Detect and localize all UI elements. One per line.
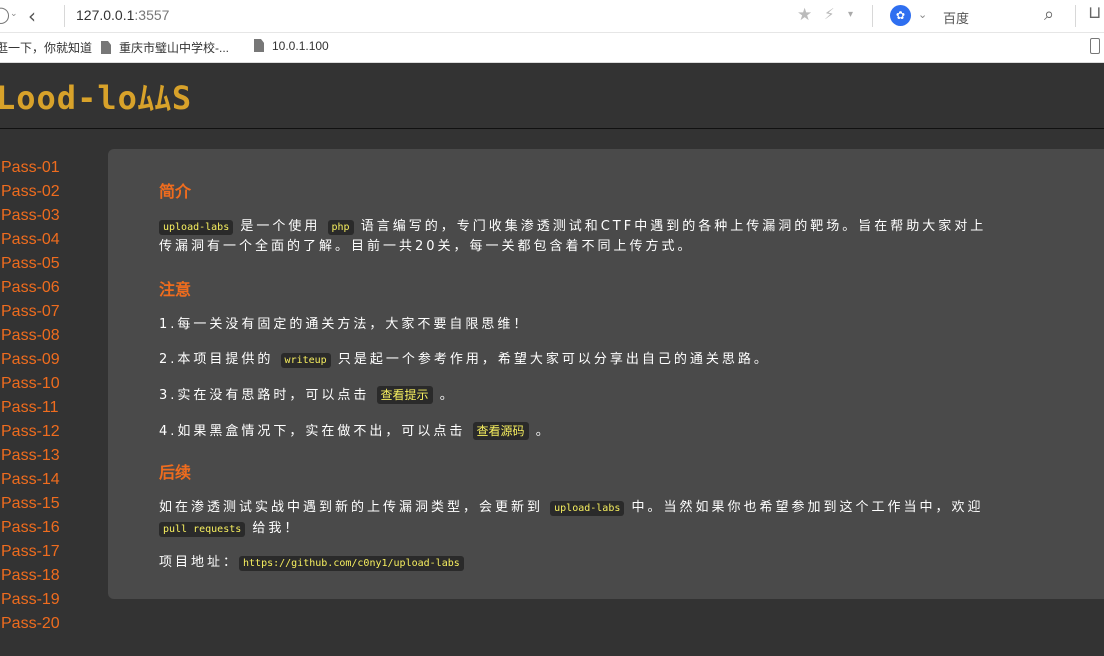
site-logo[interactable]: Lood-loﾑﾑS bbox=[0, 73, 192, 119]
site-header: Lood-loﾑﾑS bbox=[0, 63, 1104, 129]
search-input[interactable]: 百度 bbox=[943, 8, 969, 27]
sidebar-item-pass-10[interactable]: Pass-10 bbox=[0, 372, 100, 396]
sidebar-item-pass-14[interactable]: Pass-14 bbox=[0, 468, 100, 492]
sidebar-item-pass-07[interactable]: Pass-07 bbox=[0, 300, 100, 324]
lightning-icon[interactable]: ⚡ bbox=[824, 5, 835, 23]
sidebar-item-pass-01[interactable]: Pass-01 bbox=[0, 156, 100, 180]
sidebar-item-pass-03[interactable]: Pass-03 bbox=[0, 204, 100, 228]
intro-paragraph-line1: upload-labs 是一个使用 php 语言编写的，专门收集渗透测试和CTF… bbox=[159, 217, 986, 238]
sidebar-item-pass-16[interactable]: Pass-16 bbox=[0, 516, 100, 540]
url-host: 127.0.0.1 bbox=[76, 7, 135, 23]
page-icon bbox=[101, 41, 111, 54]
bookmark-label: 重庆市璧山中学校-... bbox=[119, 41, 229, 55]
sidebar-item-pass-13[interactable]: Pass-13 bbox=[0, 444, 100, 468]
sidebar-item-pass-08[interactable]: Pass-08 bbox=[0, 324, 100, 348]
sidebar-item-pass-06[interactable]: Pass-06 bbox=[0, 276, 100, 300]
url-port: :3557 bbox=[134, 7, 170, 23]
bookmark-item[interactable]: 10.0.1.100 bbox=[254, 39, 329, 53]
sidebar-item-pass-20[interactable]: Pass-20 bbox=[0, 612, 100, 636]
sidebar-item-pass-19[interactable]: Pass-19 bbox=[0, 588, 100, 612]
bookmark-item[interactable]: 重庆市璧山中学校-... bbox=[101, 39, 229, 56]
notice-text: 4.如果黑盒情况下，实在做不出，可以点击 bbox=[159, 424, 473, 439]
code-snippet: pull requests bbox=[159, 522, 246, 537]
notice-text: 。 bbox=[528, 424, 552, 439]
baidu-paw-icon[interactable]: ✿ bbox=[890, 5, 911, 26]
intro-text: 是一个使用 bbox=[233, 219, 328, 234]
browser-toolbar: ◯ ⌄ ‹ 127.0.0.1:3557 ★ ⚡ ▾ ✿ ⌄ 百度 ⌕ ⊔ bbox=[0, 0, 1104, 33]
sidebar-item-pass-04[interactable]: Pass-04 bbox=[0, 228, 100, 252]
sidebar-item-pass-02[interactable]: Pass-02 bbox=[0, 180, 100, 204]
sidebar: Pass-01 Pass-02 Pass-03 Pass-04 Pass-05 … bbox=[0, 156, 100, 636]
show-hint-button[interactable]: 查看提示 bbox=[376, 386, 433, 404]
code-snippet: upload-labs bbox=[159, 220, 234, 235]
code-snippet: upload-labs bbox=[550, 501, 625, 516]
sidebar-item-pass-17[interactable]: Pass-17 bbox=[0, 540, 100, 564]
mobile-icon[interactable] bbox=[1090, 38, 1100, 54]
notice-text: 2.本项目提供的 bbox=[159, 352, 281, 367]
followup-text: 中。当然如果你也希望参加到这个工作当中，欢迎 bbox=[624, 500, 984, 515]
sidebar-item-pass-09[interactable]: Pass-09 bbox=[0, 348, 100, 372]
intro-paragraph-line2: 传漏洞有一个全面的了解。目前一共20关，每一关都包含着不同上传方式。 bbox=[159, 239, 694, 254]
followup-text: 如在渗透测试实战中遇到新的上传漏洞类型，会更新到 bbox=[159, 500, 551, 515]
bookmark-star-icon[interactable]: ★ bbox=[797, 5, 812, 25]
sidebar-item-pass-05[interactable]: Pass-05 bbox=[0, 252, 100, 276]
notice-item-4: 4.如果黑盒情况下，实在做不出，可以点击 查看源码 。 bbox=[159, 421, 552, 442]
show-source-button[interactable]: 查看源码 bbox=[472, 422, 529, 440]
intro-text: 语言编写的，专门收集渗透测试和CTF中遇到的各种上传漏洞的靶场。旨在帮助大家对上 bbox=[353, 219, 987, 234]
notice-item-3: 3.实在没有思路时，可以点击 查看提示 。 bbox=[159, 385, 456, 406]
intro-panel: 简介 upload-labs 是一个使用 php 语言编写的，专门收集渗透测试和… bbox=[108, 149, 1104, 599]
address-label: 项目地址： bbox=[159, 555, 240, 570]
project-link[interactable]: https://github.com/c0ny1/upload-labs bbox=[239, 556, 464, 571]
divider bbox=[1075, 5, 1076, 27]
bookmark-item[interactable]: 逛一下，你就知道 bbox=[0, 39, 92, 56]
followup-text: 给我！ bbox=[245, 521, 301, 536]
search-engine-dropdown-icon[interactable]: ⌄ bbox=[918, 8, 927, 21]
sidebar-item-pass-18[interactable]: Pass-18 bbox=[0, 564, 100, 588]
chevron-down-icon[interactable]: ▾ bbox=[848, 9, 853, 20]
followup-heading: 后续 bbox=[159, 463, 192, 482]
address-bar[interactable]: 127.0.0.1:3557 bbox=[76, 7, 169, 23]
page-icon bbox=[254, 39, 264, 52]
notice-text: 3.实在没有思路时，可以点击 bbox=[159, 388, 377, 403]
divider bbox=[872, 5, 873, 27]
code-snippet: php bbox=[327, 220, 354, 235]
sidebar-item-pass-11[interactable]: Pass-11 bbox=[0, 396, 100, 420]
history-dropdown-icon[interactable]: ⌄ bbox=[10, 9, 18, 19]
search-icon[interactable]: ⌕ bbox=[1044, 4, 1054, 25]
notice-text: 。 bbox=[432, 388, 456, 403]
followup-line1: 如在渗透测试实战中遇到新的上传漏洞类型，会更新到 upload-labs 中。当… bbox=[159, 498, 984, 519]
back-icon[interactable]: ‹ bbox=[28, 4, 36, 28]
bookmark-label: 10.0.1.100 bbox=[272, 39, 329, 53]
history-icon[interactable]: ◯ bbox=[0, 5, 10, 24]
code-snippet: writeup bbox=[280, 353, 331, 368]
notice-item-2: 2.本项目提供的 writeup 只是起一个参考作用，希望大家可以分享出自己的通… bbox=[159, 350, 770, 371]
sidebar-item-pass-12[interactable]: Pass-12 bbox=[0, 420, 100, 444]
divider bbox=[64, 5, 65, 27]
cart-icon[interactable]: ⊔ bbox=[1088, 3, 1101, 23]
bookmarks-bar: 逛一下，你就知道 重庆市璧山中学校-... 10.0.1.100 bbox=[0, 33, 1104, 63]
notice-heading: 注意 bbox=[159, 280, 192, 299]
project-address: 项目地址： https://github.com/c0ny1/upload-lab… bbox=[159, 553, 464, 574]
intro-heading: 简介 bbox=[159, 182, 192, 201]
followup-line2: pull requests 给我！ bbox=[159, 519, 300, 540]
sidebar-item-pass-15[interactable]: Pass-15 bbox=[0, 492, 100, 516]
page: Lood-loﾑﾑS Pass-01 Pass-02 Pass-03 Pass-… bbox=[0, 63, 1104, 656]
notice-text: 只是起一个参考作用，希望大家可以分享出自己的通关思路。 bbox=[330, 352, 770, 367]
notice-item-1: 1.每一关没有固定的通关方法，大家不要自限思维！ bbox=[159, 317, 530, 332]
